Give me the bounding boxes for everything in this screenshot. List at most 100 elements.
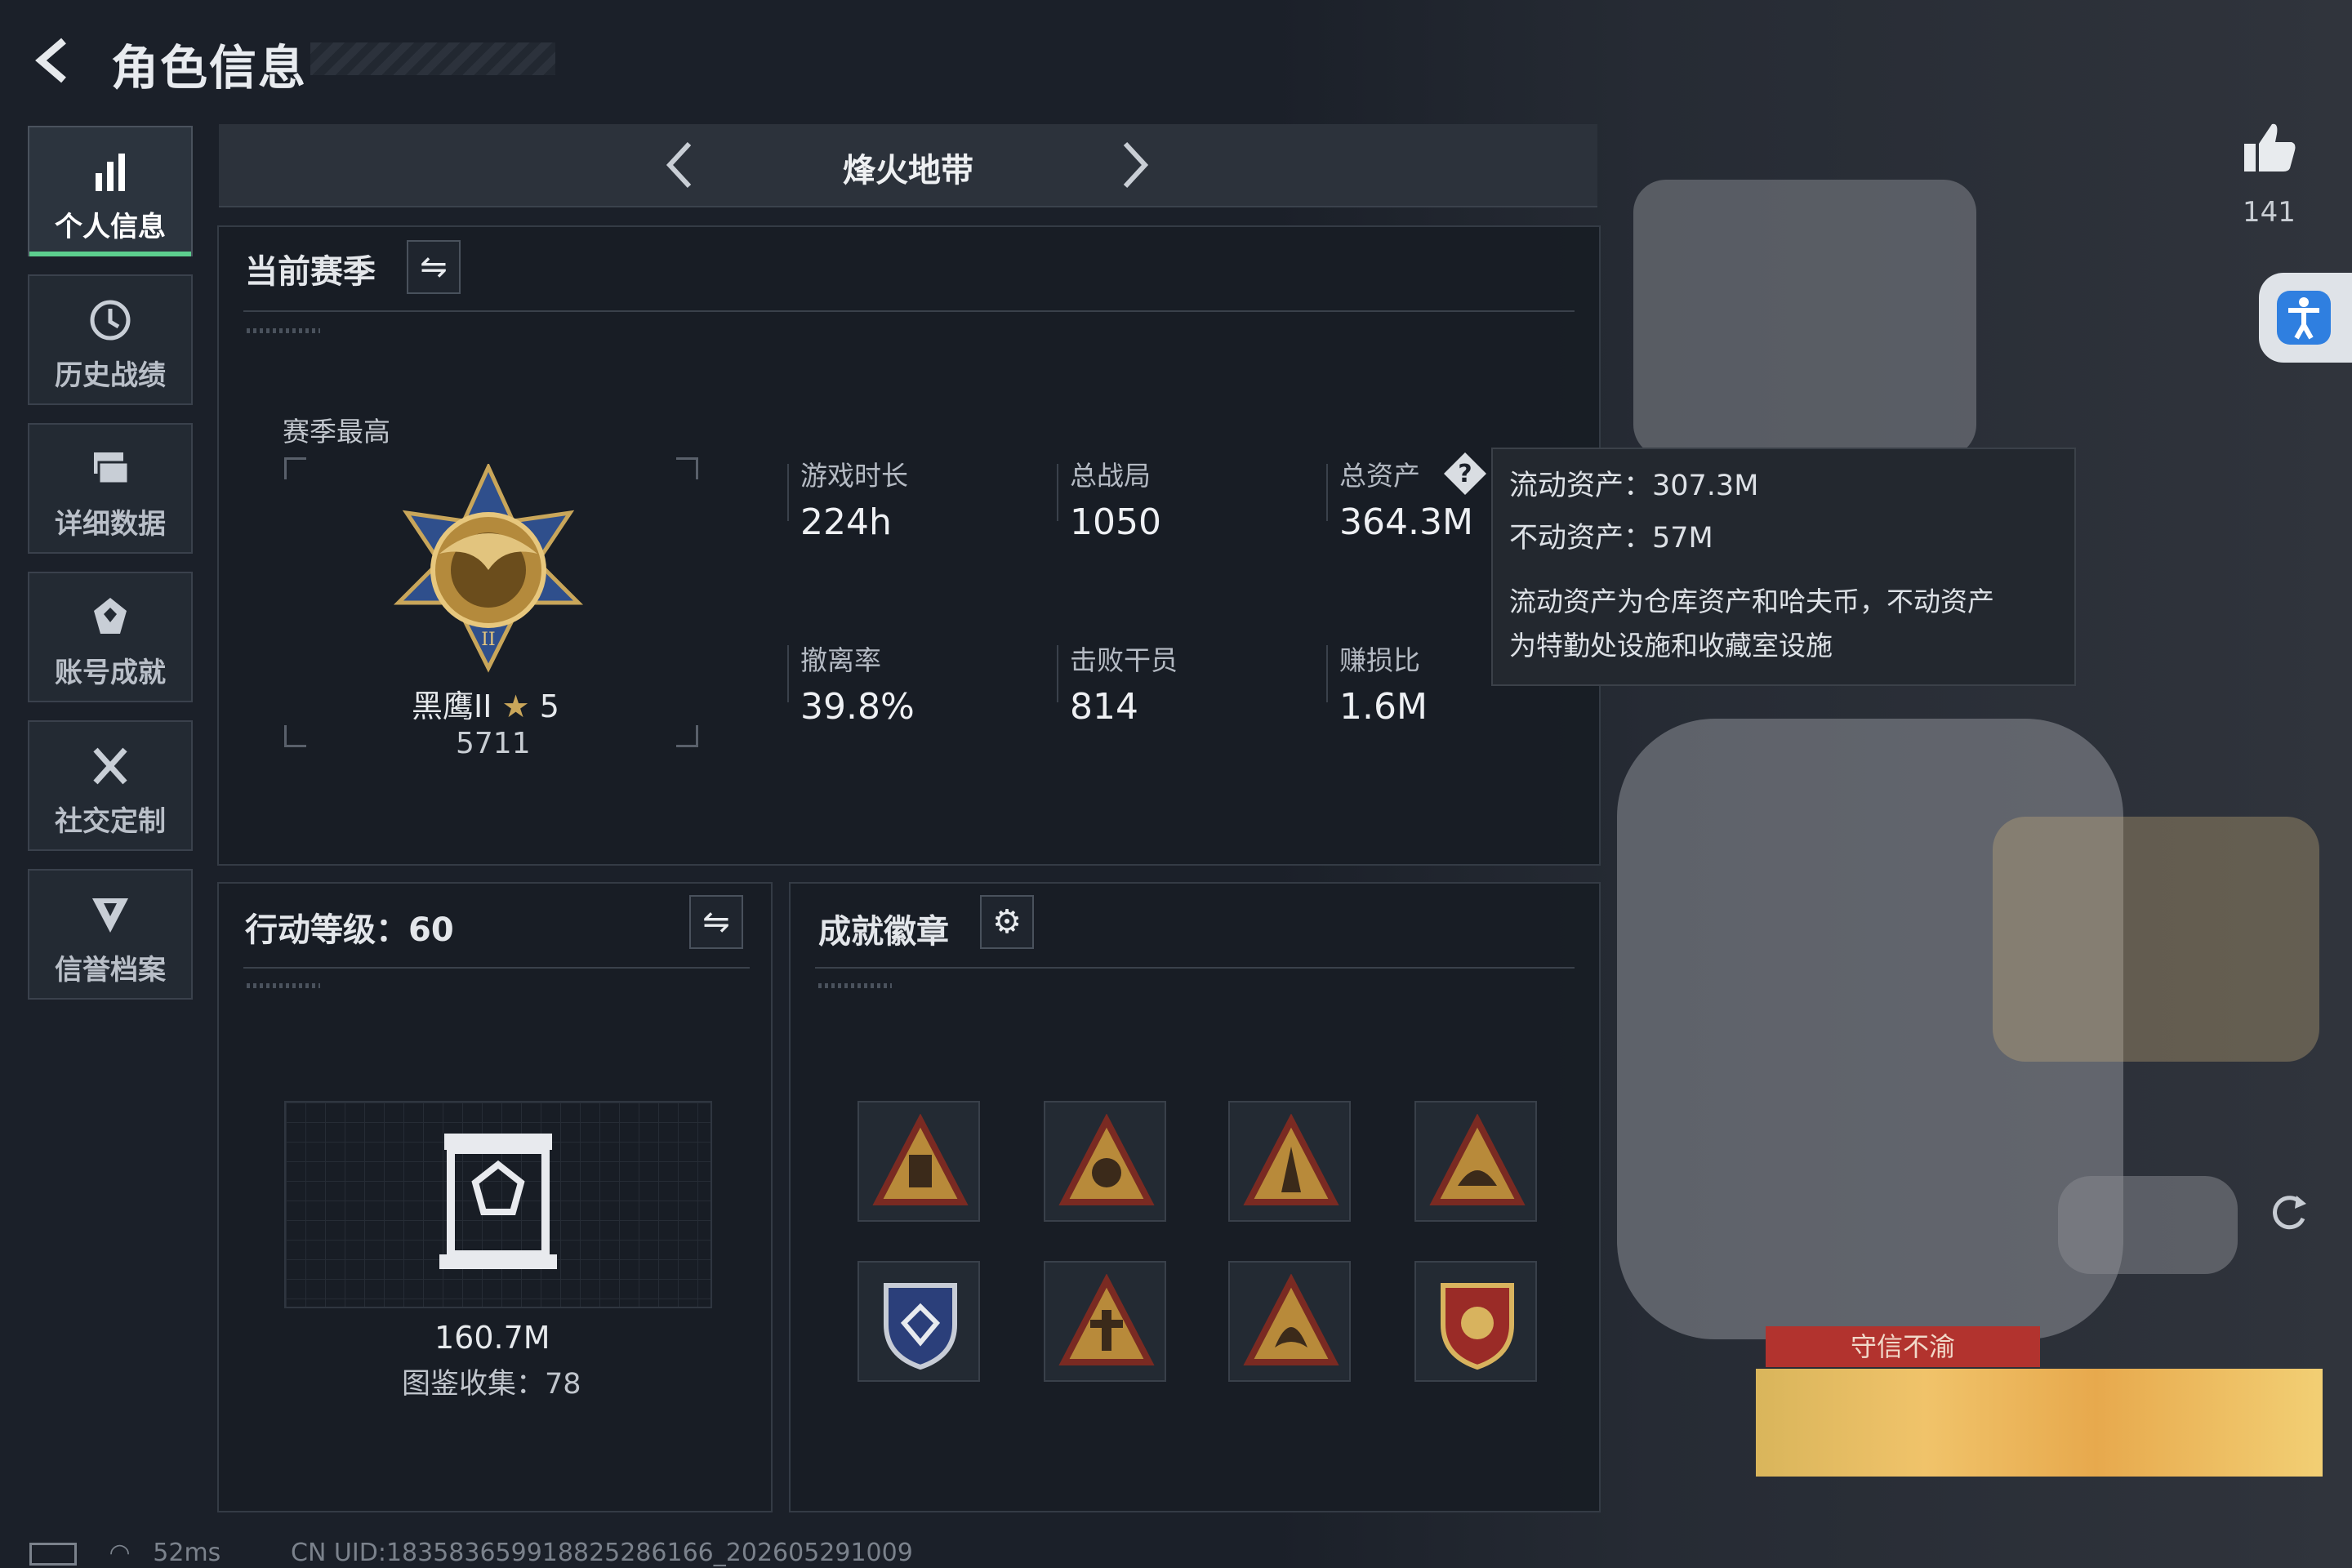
rank-stars: 5 xyxy=(539,688,559,724)
rotate-icon[interactable] xyxy=(2269,1191,2310,1235)
achievement-badge[interactable] xyxy=(1228,1101,1351,1222)
badge-shield-icon xyxy=(1441,1283,1514,1370)
frame-corner xyxy=(676,457,698,479)
season-title: 当前赛季 xyxy=(245,253,376,291)
shoulder-shape xyxy=(1993,817,2319,1062)
next-mode-arrow-icon[interactable] xyxy=(1109,139,1158,191)
badge-triangle-icon xyxy=(1058,1114,1155,1205)
rank-name: 黑鹰II ★ 5 xyxy=(412,681,559,726)
divider xyxy=(787,645,789,702)
title-decoration xyxy=(310,42,555,75)
achievement-badge[interactable] xyxy=(1414,1261,1537,1382)
stat-value: 364.3M xyxy=(1339,501,1473,543)
rank-name-text: 黑鹰II xyxy=(412,688,492,724)
action-level-panel: 行动等级：60 ⇋ 160.7M 图鉴收集：78 xyxy=(217,882,773,1512)
achievement-icon xyxy=(94,598,127,634)
bar-chart-icon xyxy=(96,154,125,191)
achievement-badge[interactable] xyxy=(858,1261,980,1382)
tooltip-liquid: 流动资产：307.3M xyxy=(1509,470,1759,502)
divider xyxy=(243,967,750,969)
accessibility-icon xyxy=(2277,291,2331,345)
stat-label: 赚损比 xyxy=(1339,644,1420,676)
name-card-image[interactable] xyxy=(1756,1369,2323,1477)
mode-title: 烽火地带 xyxy=(843,152,973,189)
sidebar-item-label: 信誉档案 xyxy=(55,954,166,987)
season-best-label: 赛季最高 xyxy=(283,416,390,448)
collection-count: 图鉴收集：78 xyxy=(402,1368,581,1401)
stat-label: 撤离率 xyxy=(800,644,881,676)
star-icon: ★ xyxy=(501,688,530,724)
season-panel: 当前赛季 ⇋ 赛季最高 II 黑鹰II ★ 5 5711 游戏时长 224h 总… xyxy=(217,225,1601,866)
sidebar-item-achievements[interactable]: 账号成就 xyxy=(28,572,193,702)
frame-corner xyxy=(284,457,306,479)
arm-shape xyxy=(2058,1176,2238,1274)
accessibility-button[interactable] xyxy=(2259,273,2352,363)
stat-value: 814 xyxy=(1070,686,1138,728)
asset-tooltip: 流动资产：307.3M 不动资产：57M 流动资产为仓库资产和哈夫币，不动资产 … xyxy=(1491,448,2076,686)
badge-triangle-icon xyxy=(1429,1114,1526,1205)
tooltip-desc: 为特勤处设施和收藏室设施 xyxy=(1509,630,1833,662)
helmet-shape xyxy=(1633,180,1976,457)
sidebar-item-detail-data[interactable]: 详细数据 xyxy=(28,423,193,554)
stat-value: 1.6M xyxy=(1339,686,1428,728)
help-icon[interactable]: ? xyxy=(1442,451,1488,497)
sidebar-item-social[interactable]: 社交定制 xyxy=(28,720,193,851)
achievement-badge[interactable] xyxy=(1044,1101,1166,1222)
back-arrow-icon[interactable] xyxy=(29,36,78,85)
badge-triangle-icon xyxy=(1243,1274,1339,1365)
sidebar-item-label: 个人信息 xyxy=(55,211,166,243)
divider xyxy=(815,967,1575,969)
collection-preview[interactable] xyxy=(284,1101,712,1308)
thumbs-up-icon[interactable] xyxy=(2241,119,2298,176)
badge-shield-icon xyxy=(884,1283,957,1370)
achievement-badge[interactable] xyxy=(858,1101,980,1222)
tools-icon xyxy=(93,747,127,785)
achievement-badge[interactable] xyxy=(1414,1101,1537,1222)
action-level-switch-button[interactable]: ⇋ xyxy=(689,895,743,949)
name-card-title: 守信不渝 xyxy=(1766,1326,2040,1367)
wifi-icon: ◠ xyxy=(109,1539,131,1567)
battery-icon xyxy=(29,1542,77,1566)
collection-case-icon xyxy=(439,1134,557,1269)
sidebar-item-credit[interactable]: 信誉档案 xyxy=(28,869,193,1000)
stat-value: 224h xyxy=(800,501,892,543)
sidebar-item-personal-info[interactable]: 个人信息 xyxy=(28,126,193,256)
achievements-panel: 成就徽章 ⚙ xyxy=(789,882,1601,1512)
divider xyxy=(1057,645,1058,702)
divider xyxy=(1326,464,1328,521)
user-uid: CN UID:18358365991882528616​6_2026052910… xyxy=(291,1539,913,1567)
collection-value: 160.7M xyxy=(434,1320,550,1356)
sidebar-item-label: 账号成就 xyxy=(55,657,166,689)
folder-stack-icon xyxy=(94,452,130,485)
divider xyxy=(1057,464,1058,521)
page-title: 角色信息 xyxy=(111,40,308,96)
tooltip-desc: 流动资产为仓库资产和哈夫币，不动资产 xyxy=(1509,586,1994,617)
badge-triangle-icon xyxy=(1058,1274,1155,1365)
ping-value: 52ms xyxy=(153,1539,221,1567)
divider xyxy=(243,310,1575,312)
season-switch-button[interactable]: ⇋ xyxy=(407,240,461,294)
rank-emblem-icon: II xyxy=(393,464,584,673)
stat-label: 总资产 xyxy=(1339,460,1420,492)
like-count: 141 xyxy=(2243,196,2296,229)
sidebar-item-label: 社交定制 xyxy=(55,805,166,838)
frame-corner xyxy=(284,725,306,747)
divider xyxy=(787,464,789,521)
svg-text:II: II xyxy=(481,630,495,650)
sidebar-item-label: 详细数据 xyxy=(55,508,166,541)
stat-label: 总战局 xyxy=(1070,460,1151,492)
achievement-badge[interactable] xyxy=(1228,1261,1351,1382)
svg-text:?: ? xyxy=(1458,460,1472,488)
achievements-title: 成就徽章 xyxy=(818,913,949,951)
tick-decoration xyxy=(818,983,892,988)
clock-history-icon xyxy=(90,300,131,341)
badge-triangle-icon xyxy=(1243,1114,1339,1205)
sidebar-item-history[interactable]: 历史战绩 xyxy=(28,274,193,405)
achievements-settings-button[interactable]: ⚙ xyxy=(980,895,1034,949)
network-status: ◠ 52ms xyxy=(29,1539,220,1567)
mode-switch-bar: 烽火地带 xyxy=(219,124,1597,207)
stat-value: 39.8% xyxy=(800,686,915,728)
badge-triangle-icon xyxy=(872,1114,969,1205)
achievement-badge[interactable] xyxy=(1044,1261,1166,1382)
stat-label: 游戏时长 xyxy=(800,460,908,492)
